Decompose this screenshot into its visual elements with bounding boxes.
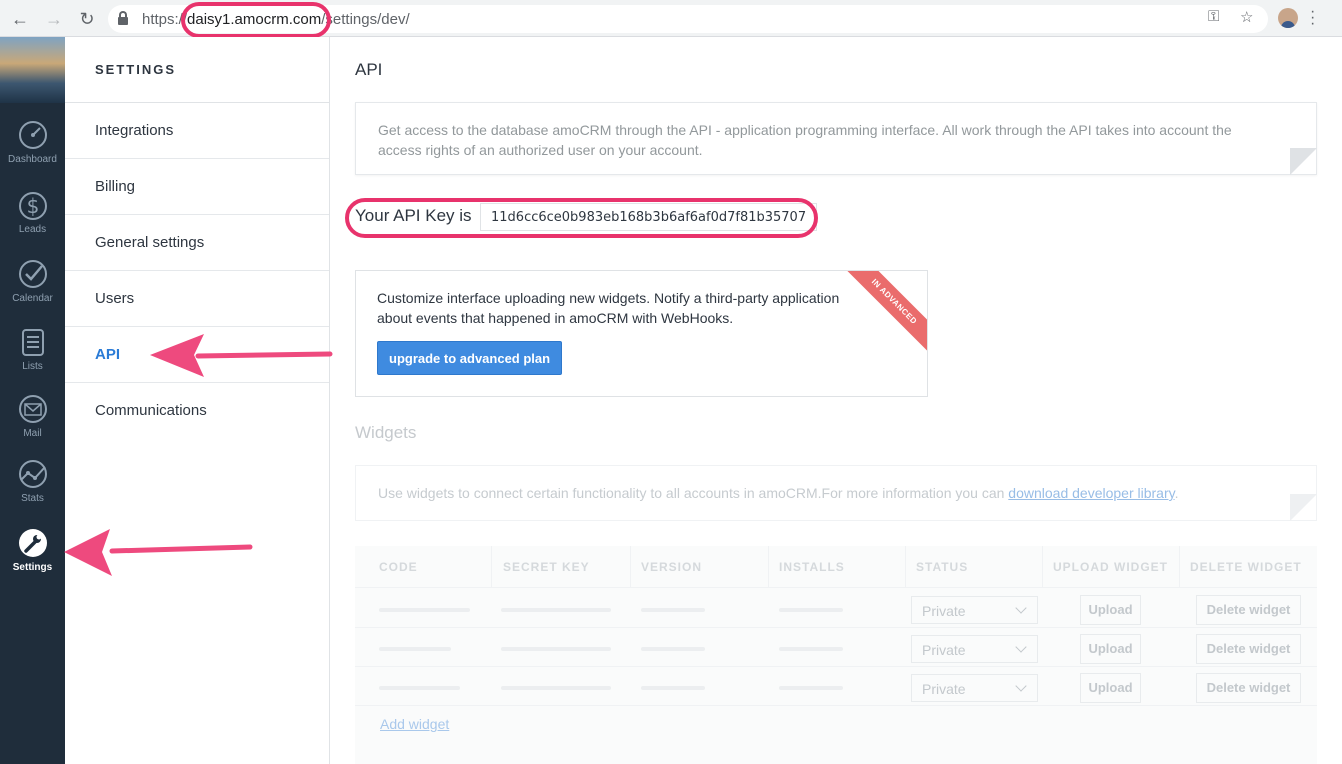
table-row: Private Upload Delete widget	[355, 628, 1317, 667]
settings-nav-item-general-settings[interactable]: General settings	[65, 215, 329, 271]
api-info-text: Get access to the database amoCRM throug…	[378, 122, 1232, 158]
sidebar-label: Dashboard	[8, 154, 57, 165]
settings-nav-item-users[interactable]: Users	[65, 271, 329, 327]
check-circle-icon	[18, 260, 47, 288]
upload-button[interactable]: Upload	[1080, 673, 1141, 703]
url-scheme: https://	[142, 11, 188, 28]
download-library-link[interactable]: download developer library	[1008, 485, 1174, 501]
widgets-info-prefix: Use widgets to connect certain functiona…	[378, 485, 1009, 501]
back-icon[interactable]: ←	[10, 9, 30, 29]
settings-nav-title: SETTINGS	[95, 62, 177, 77]
main-sidebar: Dashboard $ Leads Calendar Lists Mail St…	[0, 37, 65, 764]
delete-widget-button[interactable]: Delete widget	[1196, 673, 1301, 703]
page-title: API	[355, 60, 383, 79]
nav-item-label: Billing	[95, 178, 136, 195]
stats-icon	[18, 460, 47, 488]
settings-nav-item-communications[interactable]: Communications	[65, 383, 329, 439]
svg-text:$: $	[26, 194, 39, 218]
column-header: CODE	[379, 560, 418, 574]
select-value: Private	[922, 603, 966, 619]
url-text: https://daisy1.amocrm.com/settings/dev/	[142, 11, 410, 28]
sidebar-item-stats[interactable]: Stats	[0, 458, 65, 504]
table-header: CODE SECRET KEY VERSION INSTALLS STATUS …	[355, 546, 1317, 588]
wrench-icon	[18, 529, 47, 557]
widgets-info-box: Use widgets to connect certain functiona…	[355, 465, 1317, 521]
main-content: API Get access to the database amoCRM th…	[330, 37, 1342, 764]
settings-nav-item-api[interactable]: API	[65, 327, 329, 383]
api-key-value[interactable]: 11d6cc6ce0b983eb168b3b6af6af0d7f81b35707	[480, 203, 818, 231]
page-fold	[1290, 148, 1317, 175]
settings-nav-item-billing[interactable]: Billing	[65, 159, 329, 215]
upload-button[interactable]: Upload	[1080, 634, 1141, 664]
column-header: UPLOAD WIDGET	[1053, 560, 1168, 574]
status-select[interactable]: Private	[911, 674, 1038, 702]
list-icon	[21, 329, 44, 356]
chevron-down-icon	[1015, 641, 1027, 653]
column-header: STATUS	[916, 560, 969, 574]
settings-nav: SETTINGS Integrations Billing General se…	[65, 37, 330, 764]
sidebar-item-calendar[interactable]: Calendar	[0, 258, 65, 304]
sidebar-label: Lists	[22, 361, 43, 372]
nav-item-label: General settings	[95, 234, 205, 251]
nav-item-label: API	[95, 346, 121, 363]
sidebar-item-settings[interactable]: Settings	[0, 527, 65, 573]
settings-nav-item-integrations[interactable]: Integrations	[65, 103, 329, 159]
sidebar-item-leads[interactable]: $ Leads	[0, 189, 65, 235]
menu-dots-icon[interactable]: · · ·	[1310, 4, 1315, 32]
api-info-box: Get access to the database amoCRM throug…	[355, 102, 1317, 175]
delete-widget-button[interactable]: Delete widget	[1196, 634, 1301, 664]
nav-item-label: Communications	[95, 402, 207, 419]
mail-icon	[18, 395, 47, 423]
url-path: /settings/dev/	[321, 11, 410, 28]
lock-icon	[118, 11, 128, 25]
widgets-table: CODE SECRET KEY VERSION INSTALLS STATUS …	[355, 546, 1317, 764]
forward-icon[interactable]: →	[44, 9, 64, 29]
table-row: Private Upload Delete widget	[355, 667, 1317, 706]
dollar-icon: $	[18, 192, 47, 220]
status-select[interactable]: Private	[911, 635, 1038, 663]
column-header: DELETE WIDGET	[1190, 560, 1302, 574]
account-photo[interactable]	[0, 37, 65, 103]
select-value: Private	[922, 642, 966, 658]
upgrade-text: Customize interface uploading new widget…	[377, 290, 840, 326]
address-bar[interactable]: https://daisy1.amocrm.com/settings/dev/	[108, 5, 1268, 33]
column-header: INSTALLS	[779, 560, 845, 574]
key-icon[interactable]: ⚿	[1208, 8, 1219, 25]
browser-toolbar: ← → ↻ https://daisy1.amocrm.com/settings…	[0, 0, 1342, 37]
api-key-label: Your API Key is	[355, 206, 472, 225]
sidebar-item-lists[interactable]: Lists	[0, 326, 65, 372]
add-widget-link[interactable]: Add widget	[380, 716, 449, 732]
widgets-info-suffix: .	[1174, 485, 1179, 501]
chevron-down-icon	[1015, 680, 1027, 692]
profile-avatar[interactable]	[1278, 8, 1298, 28]
sidebar-label: Settings	[12, 562, 53, 573]
table-row: Private Upload Delete widget	[355, 589, 1317, 628]
nav-item-label: Users	[95, 290, 135, 307]
sidebar-item-dashboard[interactable]: Dashboard	[0, 119, 65, 165]
page-fold	[1290, 494, 1317, 521]
nav-item-label: Integrations	[95, 122, 174, 139]
upload-button[interactable]: Upload	[1080, 595, 1141, 625]
select-value: Private	[922, 681, 966, 697]
sidebar-label: Mail	[23, 428, 42, 439]
ribbon-label: IN ADVANCED	[869, 277, 919, 327]
url-host: daisy1.amocrm.com	[187, 11, 322, 28]
reload-icon[interactable]: ↻	[77, 9, 97, 29]
column-header: VERSION	[641, 560, 703, 574]
widgets-info-text: Use widgets to connect certain functiona…	[378, 485, 1178, 501]
widgets-title: Widgets	[355, 423, 417, 442]
dashboard-icon	[18, 121, 47, 149]
chevron-down-icon	[1015, 602, 1027, 614]
delete-widget-button[interactable]: Delete widget	[1196, 595, 1301, 625]
star-icon[interactable]: ☆	[1240, 8, 1253, 26]
sidebar-item-mail[interactable]: Mail	[0, 393, 65, 439]
sidebar-label: Stats	[21, 493, 44, 504]
upgrade-button[interactable]: upgrade to advanced plan	[377, 341, 563, 375]
advanced-ribbon: IN ADVANCED	[833, 271, 927, 363]
sidebar-label: Leads	[18, 224, 47, 235]
status-select[interactable]: Private	[911, 596, 1038, 624]
column-header: SECRET KEY	[503, 560, 590, 574]
sidebar-label: Calendar	[12, 293, 53, 304]
upgrade-box: Customize interface uploading new widget…	[355, 270, 928, 397]
